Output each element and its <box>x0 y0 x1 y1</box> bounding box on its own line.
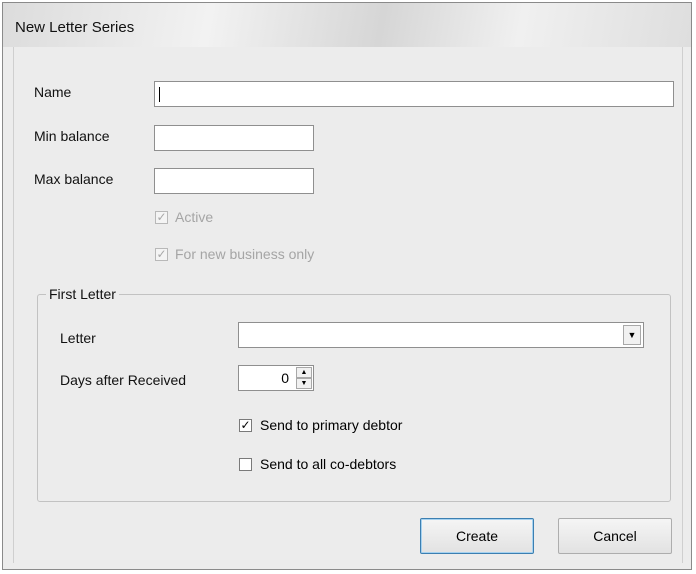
first-letter-group: First Letter Letter ▼ Days after Receive… <box>37 286 671 502</box>
create-button[interactable]: Create <box>420 518 534 554</box>
name-input[interactable] <box>154 81 674 107</box>
letter-dropdown[interactable]: ▼ <box>238 322 644 348</box>
max-balance-label: Max balance <box>34 171 114 187</box>
new-business-checkbox[interactable]: ✓ <box>155 248 168 261</box>
spinner-buttons: ▲ ▼ <box>296 367 312 389</box>
days-after-received-label: Days after Received <box>60 372 187 388</box>
dropdown-arrow-icon[interactable]: ▼ <box>623 325 641 345</box>
send-all-codebtors-checkbox[interactable] <box>239 458 252 471</box>
dialog-body: Name Min balance Max balance ✓ Active ✓ … <box>13 47 683 563</box>
title-bar[interactable]: New Letter Series <box>3 3 691 47</box>
spin-down-icon[interactable]: ▼ <box>296 378 312 389</box>
max-balance-input[interactable] <box>154 168 314 194</box>
active-checkbox[interactable]: ✓ <box>155 211 168 224</box>
first-letter-group-title: First Letter <box>46 286 119 302</box>
text-caret <box>159 87 160 102</box>
name-label: Name <box>34 84 72 100</box>
days-after-received-spinner[interactable]: 0 ▲ ▼ <box>238 365 314 391</box>
window-title: New Letter Series <box>15 19 135 36</box>
send-all-codebtors-label: Send to all co-debtors <box>260 456 397 472</box>
send-primary-debtor-checkbox[interactable]: ✓ <box>239 419 252 432</box>
min-balance-label: Min balance <box>34 128 110 144</box>
days-after-received-value: 0 <box>281 370 289 386</box>
letter-label: Letter <box>60 330 96 346</box>
spin-up-icon[interactable]: ▲ <box>296 367 312 378</box>
send-primary-debtor-label: Send to primary debtor <box>260 417 403 433</box>
active-label: Active <box>175 209 214 225</box>
new-letter-series-dialog: New Letter Series Name Min balance Max b… <box>2 2 692 570</box>
min-balance-input[interactable] <box>154 125 314 151</box>
cancel-button[interactable]: Cancel <box>558 518 672 554</box>
new-business-label: For new business only <box>175 246 315 262</box>
